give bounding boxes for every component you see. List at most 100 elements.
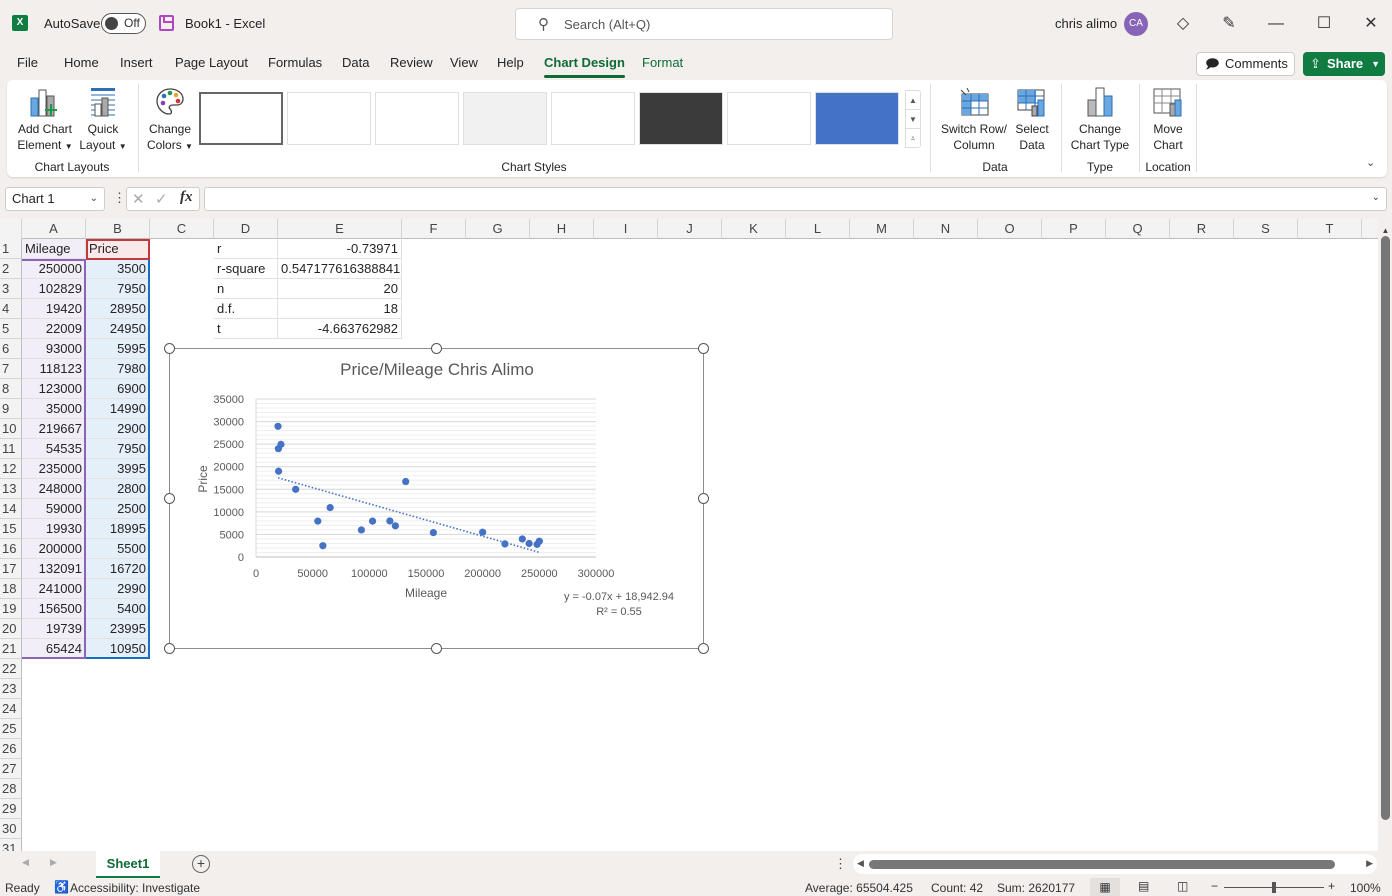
enter-icon[interactable]: ✓ bbox=[155, 190, 168, 208]
cell-A13[interactable]: 248000 bbox=[22, 479, 86, 499]
row-header-7[interactable]: 7 bbox=[0, 359, 22, 379]
chart-style-3[interactable] bbox=[375, 92, 459, 145]
resize-handle-se[interactable] bbox=[698, 643, 709, 654]
tab-format[interactable]: Format bbox=[642, 55, 683, 70]
autosave-toggle[interactable]: Off bbox=[101, 13, 146, 34]
add-chart-element-button[interactable]: Add Chart Element ▼ bbox=[14, 86, 76, 155]
trendline-equation[interactable]: y = -0.07x + 18,942.94 bbox=[564, 591, 674, 603]
chevron-down-icon[interactable]: ⌄ bbox=[90, 188, 98, 210]
tab-home[interactable]: Home bbox=[64, 55, 99, 70]
zoom-slider-thumb[interactable] bbox=[1272, 882, 1276, 893]
cell-E5[interactable]: -4.663762982 bbox=[278, 319, 402, 339]
tab-chart-design[interactable]: Chart Design bbox=[544, 55, 625, 78]
row-header-27[interactable]: 27 bbox=[0, 759, 22, 779]
column-header-o[interactable]: O bbox=[978, 219, 1042, 239]
row-header-22[interactable]: 22 bbox=[0, 659, 22, 679]
cell-B20[interactable]: 23995 bbox=[86, 619, 150, 639]
cell-A3[interactable]: 102829 bbox=[22, 279, 86, 299]
chevron-down-icon[interactable]: ▼ bbox=[1371, 52, 1380, 76]
cell-B10[interactable]: 2900 bbox=[86, 419, 150, 439]
scroll-up-icon[interactable]: ▲ bbox=[1379, 226, 1392, 235]
row-header-26[interactable]: 26 bbox=[0, 739, 22, 759]
cell-B19[interactable]: 5400 bbox=[86, 599, 150, 619]
cell-D1[interactable]: r bbox=[214, 239, 278, 259]
resize-handle-n[interactable] bbox=[431, 343, 442, 354]
share-button[interactable]: ⇪ Share ▼ bbox=[1303, 52, 1385, 76]
next-sheet-icon[interactable]: ▶ bbox=[50, 857, 57, 868]
cell-A18[interactable]: 241000 bbox=[22, 579, 86, 599]
chart-style-5[interactable] bbox=[551, 92, 635, 145]
cell-A15[interactable]: 19930 bbox=[22, 519, 86, 539]
x-axis-label[interactable]: Mileage bbox=[405, 586, 447, 600]
cell-B9[interactable]: 14990 bbox=[86, 399, 150, 419]
cell-B7[interactable]: 7980 bbox=[86, 359, 150, 379]
row-header-21[interactable]: 21 bbox=[0, 639, 22, 659]
column-header-f[interactable]: F bbox=[402, 219, 466, 239]
cell-A7[interactable]: 118123 bbox=[22, 359, 86, 379]
avatar[interactable]: CA bbox=[1124, 12, 1148, 36]
chart-style-1[interactable] bbox=[199, 92, 283, 145]
cell-B2[interactable]: 3500 bbox=[86, 259, 150, 279]
cell-D2[interactable]: r-square bbox=[214, 259, 278, 279]
save-icon[interactable] bbox=[159, 15, 174, 31]
chart-style-7[interactable] bbox=[727, 92, 811, 145]
cell-A14[interactable]: 59000 bbox=[22, 499, 86, 519]
row-header-12[interactable]: 12 bbox=[0, 459, 22, 479]
row-header-4[interactable]: 4 bbox=[0, 299, 22, 319]
search-input[interactable]: ⚲ Search (Alt+Q) bbox=[515, 8, 893, 40]
accessibility-status[interactable]: Accessibility: Investigate bbox=[70, 881, 200, 895]
tab-split-handle[interactable]: ⋮ bbox=[834, 856, 847, 872]
row-header-16[interactable]: 16 bbox=[0, 539, 22, 559]
row-header-17[interactable]: 17 bbox=[0, 559, 22, 579]
cell-A19[interactable]: 156500 bbox=[22, 599, 86, 619]
column-header-g[interactable]: G bbox=[466, 219, 530, 239]
page-break-view-icon[interactable]: ◫ bbox=[1177, 879, 1188, 893]
gallery-down-icon[interactable]: ▼ bbox=[906, 110, 920, 129]
chart-style-2[interactable] bbox=[287, 92, 371, 145]
minimize-icon[interactable]: — bbox=[1264, 12, 1288, 36]
cell-B6[interactable]: 5995 bbox=[86, 339, 150, 359]
tab-help[interactable]: Help bbox=[497, 55, 524, 70]
zoom-out-icon[interactable]: − bbox=[1211, 879, 1218, 893]
row-header-6[interactable]: 6 bbox=[0, 339, 22, 359]
formula-input[interactable]: ⌄ bbox=[204, 187, 1387, 211]
cell-E4[interactable]: 18 bbox=[278, 299, 402, 319]
resize-handle-e[interactable] bbox=[698, 493, 709, 504]
cell-B4[interactable]: 28950 bbox=[86, 299, 150, 319]
row-header-1[interactable]: 1 bbox=[0, 239, 22, 259]
cell-B11[interactable]: 7950 bbox=[86, 439, 150, 459]
close-icon[interactable]: ✕ bbox=[1359, 12, 1383, 36]
maximize-icon[interactable]: ☐ bbox=[1312, 12, 1336, 36]
cell-A17[interactable]: 132091 bbox=[22, 559, 86, 579]
cell-B12[interactable]: 3995 bbox=[86, 459, 150, 479]
cell-B21[interactable]: 10950 bbox=[86, 639, 150, 659]
diamond-icon[interactable]: ◇ bbox=[1171, 12, 1195, 36]
column-header-n[interactable]: N bbox=[914, 219, 978, 239]
resize-handle-sw[interactable] bbox=[164, 643, 175, 654]
row-header-18[interactable]: 18 bbox=[0, 579, 22, 599]
tab-insert[interactable]: Insert bbox=[120, 55, 153, 70]
tab-file[interactable]: File bbox=[17, 55, 38, 70]
cell-A11[interactable]: 54535 bbox=[22, 439, 86, 459]
row-header-10[interactable]: 10 bbox=[0, 419, 22, 439]
row-header-25[interactable]: 25 bbox=[0, 719, 22, 739]
cell-B16[interactable]: 5500 bbox=[86, 539, 150, 559]
prev-sheet-icon[interactable]: ◀ bbox=[22, 857, 29, 868]
cell-D3[interactable]: n bbox=[214, 279, 278, 299]
vertical-scroll-thumb[interactable] bbox=[1381, 236, 1390, 820]
resize-handle-w[interactable] bbox=[164, 493, 175, 504]
column-header-c[interactable]: C bbox=[150, 219, 214, 239]
ribbon-collapse-icon[interactable]: ⌄ bbox=[1366, 156, 1375, 169]
column-header-h[interactable]: H bbox=[530, 219, 594, 239]
tab-page-layout[interactable]: Page Layout bbox=[175, 55, 248, 70]
tab-data[interactable]: Data bbox=[342, 55, 369, 70]
scroll-left-icon[interactable]: ◀ bbox=[857, 858, 864, 869]
cell-A4[interactable]: 19420 bbox=[22, 299, 86, 319]
chart-style-6[interactable] bbox=[639, 92, 723, 145]
trendline-r-squared[interactable]: R² = 0.55 bbox=[596, 606, 642, 618]
cell-B14[interactable]: 2500 bbox=[86, 499, 150, 519]
column-header-l[interactable]: L bbox=[786, 219, 850, 239]
scroll-right-icon[interactable]: ▶ bbox=[1366, 858, 1373, 869]
cell-A16[interactable]: 200000 bbox=[22, 539, 86, 559]
row-header-9[interactable]: 9 bbox=[0, 399, 22, 419]
